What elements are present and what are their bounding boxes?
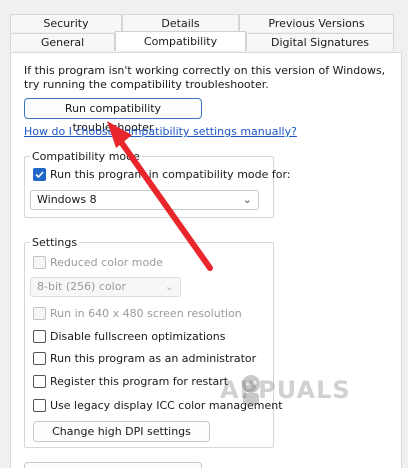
color-depth-value: 8-bit (256) color: [37, 280, 126, 293]
tab-general[interactable]: General: [10, 33, 115, 51]
compatibility-mode-legend: Compatibility mode: [30, 150, 142, 163]
settings-group: [24, 242, 274, 448]
chevron-down-icon: ⌄: [164, 280, 174, 293]
legacy-icc-checkbox[interactable]: [33, 399, 46, 412]
run-as-admin-checkbox[interactable]: [33, 352, 46, 365]
resolution-checkbox[interactable]: [33, 307, 46, 320]
checkmark-icon: [35, 171, 44, 179]
settings-legend: Settings: [30, 236, 80, 249]
compatibility-mode-checkbox[interactable]: [33, 168, 46, 181]
register-restart-label: Register this program for restart: [50, 375, 229, 388]
manual-settings-link[interactable]: How do I choose compatibility settings m…: [24, 125, 297, 138]
watermark-text: APPUALS: [220, 376, 351, 404]
chevron-down-icon: ⌄: [242, 193, 252, 206]
run-as-admin-label: Run this program as an administrator: [50, 352, 257, 365]
reduced-color-label: Reduced color mode: [50, 256, 163, 269]
tab-previous-versions[interactable]: Previous Versions: [239, 14, 394, 32]
os-select-value: Windows 8: [37, 193, 97, 206]
tab-details[interactable]: Details: [122, 14, 239, 32]
register-restart-checkbox[interactable]: [33, 375, 46, 388]
watermark-logo: APPUALS: [220, 370, 380, 410]
tab-security[interactable]: Security: [10, 14, 122, 32]
change-high-dpi-button[interactable]: Change high DPI settings: [33, 421, 210, 442]
intro-text-line2: try running the compatibility troublesho…: [24, 78, 269, 91]
color-depth-select[interactable]: 8-bit (256) color ⌄: [30, 277, 181, 297]
resolution-label: Run in 640 x 480 screen resolution: [50, 307, 242, 320]
reduced-color-checkbox[interactable]: [33, 256, 46, 269]
fullscreen-optimizations-checkbox[interactable]: [33, 330, 46, 343]
tab-digital-signatures[interactable]: Digital Signatures: [246, 33, 394, 51]
compatibility-mode-label: Run this program in compatibility mode f…: [50, 168, 291, 181]
run-troubleshooter-button[interactable]: Run compatibility troubleshooter: [24, 98, 202, 134]
change-settings-for-all-users-button[interactable]: [24, 462, 202, 468]
os-select[interactable]: Windows 8 ⌄: [30, 190, 259, 210]
fullscreen-optimizations-label: Disable fullscreen optimizations: [50, 330, 226, 343]
intro-text-line1: If this program isn't working correctly …: [24, 64, 386, 77]
tab-compatibility[interactable]: Compatibility: [115, 31, 246, 51]
